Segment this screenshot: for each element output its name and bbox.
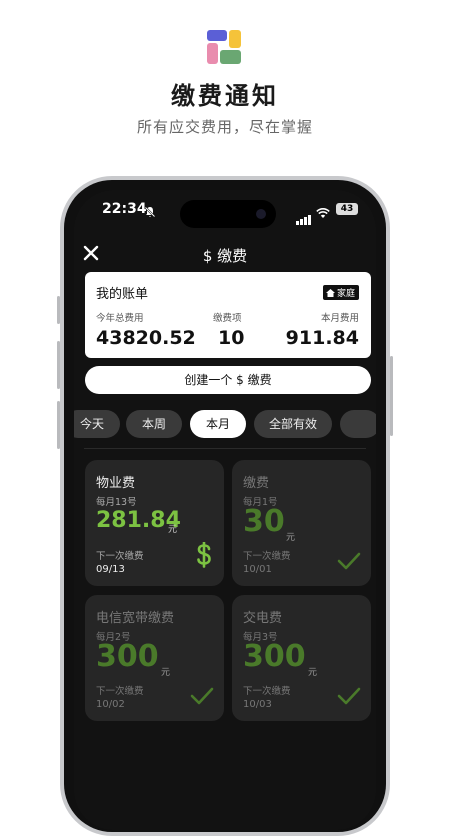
bill-next-label: 下一次缴费 xyxy=(96,551,144,562)
page-title: $ 缴费 xyxy=(202,247,248,265)
family-tag[interactable]: 家庭 xyxy=(322,285,359,300)
promo-subtitle: 所有应交费用，尽在掌握 xyxy=(136,118,313,136)
filter-all-active[interactable]: 全部有效 xyxy=(254,410,332,438)
stat-value-month-total: 911.84 xyxy=(285,327,359,349)
bill-next-label: 下一次缴费 xyxy=(243,686,291,697)
app-logo-icon xyxy=(207,30,241,64)
check-icon xyxy=(337,552,361,574)
filter-this-week[interactable]: 本周 xyxy=(126,410,182,438)
account-summary-card: 我的账单 家庭 今年总费用 43820.52 缴费项 10 本月费用 911.8… xyxy=(85,272,371,358)
bill-unit: 元 xyxy=(286,533,296,543)
bill-amount: 300 xyxy=(96,639,159,674)
bill-next-date: 10/01 xyxy=(243,564,272,575)
bill-next-date: 09/13 xyxy=(96,564,125,575)
bill-amount: 30 xyxy=(243,504,285,539)
check-icon xyxy=(190,687,214,709)
bill-next-label: 下一次缴费 xyxy=(243,551,291,562)
dynamic-island xyxy=(180,200,276,228)
nav-bar: $ 缴费 xyxy=(74,242,376,272)
bill-cycle: 每月13号 xyxy=(96,497,137,508)
check-icon xyxy=(337,687,361,709)
bill-card-property[interactable]: 物业费 每月13号 281.84 元 下一次缴费 09/13 xyxy=(85,460,224,586)
home-icon xyxy=(325,289,335,297)
bill-unit: 元 xyxy=(161,668,171,678)
status-time: 22:34 xyxy=(102,201,147,217)
filter-this-month[interactable]: 本月 xyxy=(190,410,246,438)
battery-indicator: 43 xyxy=(336,203,358,215)
dollar-icon xyxy=(194,541,214,574)
signal-icon xyxy=(296,206,312,225)
filter-today[interactable]: 今天 xyxy=(74,410,120,438)
bill-card-payment[interactable]: 缴费 每月1号 30 元 下一次缴费 10/01 xyxy=(232,460,371,586)
bill-name: 电信宽带缴费 xyxy=(96,611,175,626)
filter-more[interactable] xyxy=(340,410,376,438)
wifi-icon xyxy=(316,204,330,223)
bill-next-date: 10/02 xyxy=(96,699,125,710)
bill-next-label: 下一次缴费 xyxy=(96,686,144,697)
bill-card-electricity[interactable]: 交电费 每月3号 300 元 下一次缴费 10/03 xyxy=(232,595,371,721)
account-title: 我的账单 xyxy=(96,287,149,302)
stat-label-year-total: 今年总费用 xyxy=(96,313,144,324)
bill-amount: 300 xyxy=(243,639,306,674)
bell-muted-icon xyxy=(144,203,156,222)
stat-label-item-count: 缴费项 xyxy=(213,313,242,324)
stat-value-item-count: 10 xyxy=(218,327,245,349)
bill-name: 物业费 xyxy=(96,476,136,491)
status-bar: 22:34 43 xyxy=(74,190,376,230)
bill-unit: 元 xyxy=(308,668,318,678)
promo-title: 缴费通知 xyxy=(171,81,279,110)
filter-bar: 今天 本周 本月 全部有效 xyxy=(74,410,376,440)
divider xyxy=(84,448,366,449)
bill-name: 交电费 xyxy=(243,611,283,626)
bill-unit: 元 xyxy=(168,525,178,535)
create-bill-button[interactable]: 创建一个 $ 缴费 xyxy=(85,366,371,394)
app-screen: 22:34 43 $ 缴费 我的账单 家庭 今年总费用 43820.52 缴费项… xyxy=(74,190,376,830)
bill-next-date: 10/03 xyxy=(243,699,272,710)
phone-frame: 22:34 43 $ 缴费 我的账单 家庭 今年总费用 43820.52 缴费项… xyxy=(57,176,393,836)
bill-name: 缴费 xyxy=(243,476,270,491)
stat-value-year-total: 43820.52 xyxy=(96,327,196,349)
stat-label-month-total: 本月费用 xyxy=(320,313,359,324)
bill-card-broadband[interactable]: 电信宽带缴费 每月2号 300 元 下一次缴费 10/02 xyxy=(85,595,224,721)
